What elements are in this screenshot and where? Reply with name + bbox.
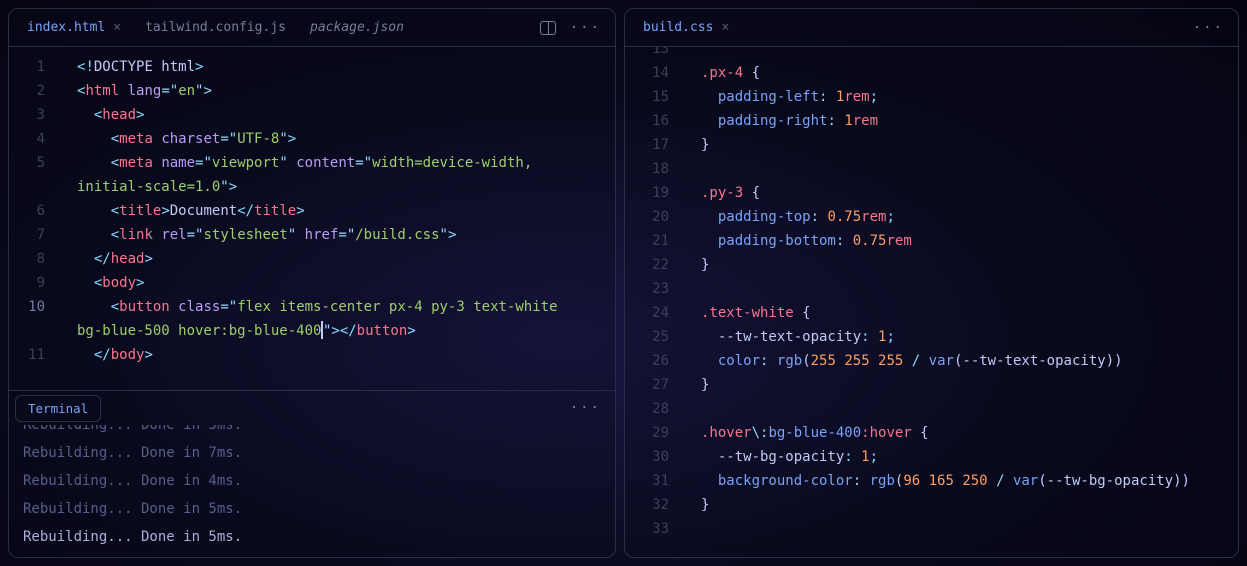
tab-label: package.json: [310, 20, 404, 35]
code-line: 19.py-3 {: [625, 181, 1238, 205]
tab-label: tailwind.config.js: [145, 20, 286, 35]
code-line: 24.text-white {: [625, 301, 1238, 325]
terminal-line: Rebuilding... Done in 5ms.: [23, 425, 601, 439]
file-tab[interactable]: index.html ×: [15, 14, 133, 41]
terminal-panel: Terminal ··· Rebuilding... Done in 5ms.R…: [9, 390, 615, 557]
code-line: 28: [625, 397, 1238, 421]
code-line: 15 padding-left: 1rem;: [625, 85, 1238, 109]
terminal-line: Rebuilding... Done in 5ms.: [23, 523, 601, 551]
line-number: 14: [625, 61, 683, 85]
line-number: 16: [625, 109, 683, 133]
code-line: 26 color: rgb(255 255 255 / var(--tw-tex…: [625, 349, 1238, 373]
line-number: 6: [9, 199, 59, 223]
line-number: 17: [625, 133, 683, 157]
file-tab[interactable]: tailwind.config.js: [133, 14, 298, 41]
line-number: 5: [9, 151, 59, 175]
file-tab[interactable]: build.css ×: [631, 14, 741, 41]
code-line: 8 </head>: [9, 247, 615, 271]
line-number: 13: [625, 47, 683, 61]
line-number: 21: [625, 229, 683, 253]
line-number: [9, 319, 59, 343]
code-line: 32}: [625, 493, 1238, 517]
code-line: 21 padding-bottom: 0.75rem: [625, 229, 1238, 253]
tab-bar-left: index.html × tailwind.config.js package.jso…: [9, 9, 615, 47]
line-number: 29: [625, 421, 683, 445]
terminal-line: Rebuilding... Done in 4ms.: [23, 467, 601, 495]
line-number: 2: [9, 79, 59, 103]
line-number: 19: [625, 181, 683, 205]
line-number: 7: [9, 223, 59, 247]
code-line: 23: [625, 277, 1238, 301]
line-number: 20: [625, 205, 683, 229]
editor-pane-left: index.html × tailwind.config.js package.jso…: [8, 8, 616, 558]
more-actions-icon[interactable]: ···: [1193, 20, 1224, 36]
code-line: 6 <title>Document</title>: [9, 199, 615, 223]
code-line: 31 background-color: rgb(96 165 250 / va…: [625, 469, 1238, 493]
code-line: 17}: [625, 133, 1238, 157]
terminal-line: Rebuilding... Done in 7ms.: [23, 439, 601, 467]
code-line: 2<html lang="en">: [9, 79, 615, 103]
tab-bar-right: build.css × ···: [625, 9, 1238, 47]
terminal-line: Rebuilding... Done in 5ms.: [23, 495, 601, 523]
code-line: 29.hover\:bg-blue-400:hover {: [625, 421, 1238, 445]
file-tab[interactable]: package.json: [298, 14, 416, 41]
code-line: 9 <body>: [9, 271, 615, 295]
close-icon[interactable]: ×: [721, 21, 729, 34]
line-number: 9: [9, 271, 59, 295]
code-line: initial-scale=1.0">: [9, 175, 615, 199]
editor-pane-right: build.css × ··· 1314.px-4 {15 padding-lef…: [624, 8, 1239, 558]
code-line: 25 --tw-text-opacity: 1;: [625, 325, 1238, 349]
line-number: 30: [625, 445, 683, 469]
code-line: 22}: [625, 253, 1238, 277]
terminal-tab[interactable]: Terminal: [15, 395, 101, 422]
line-number: [9, 175, 59, 199]
line-number: 28: [625, 397, 683, 421]
more-actions-icon[interactable]: ···: [570, 20, 601, 36]
line-number: 4: [9, 127, 59, 151]
line-number: 25: [625, 325, 683, 349]
code-editor-right[interactable]: 1314.px-4 {15 padding-left: 1rem;16 padd…: [625, 47, 1238, 557]
line-number: 32: [625, 493, 683, 517]
code-line: 3 <head>: [9, 103, 615, 127]
line-number: 23: [625, 277, 683, 301]
code-line: 7 <link rel="stylesheet" href="/build.cs…: [9, 223, 615, 247]
code-line: 30 --tw-bg-opacity: 1;: [625, 445, 1238, 469]
code-line: 10 <button class="flex items-center px-4…: [9, 295, 615, 319]
tab-label: index.html: [27, 20, 105, 35]
code-line: 33: [625, 517, 1238, 541]
code-line: 20 padding-top: 0.75rem;: [625, 205, 1238, 229]
split-editor-icon[interactable]: [540, 21, 556, 35]
code-line: 1<!DOCTYPE html>: [9, 55, 615, 79]
line-number: 18: [625, 157, 683, 181]
code-line: 4 <meta charset="UTF-8">: [9, 127, 615, 151]
code-line: 11 </body>: [9, 343, 615, 367]
code-line: 27}: [625, 373, 1238, 397]
line-number: 1: [9, 55, 59, 79]
line-number: 10: [9, 295, 59, 319]
line-number: 3: [9, 103, 59, 127]
line-number: 24: [625, 301, 683, 325]
line-number: 11: [9, 343, 59, 367]
line-number: 26: [625, 349, 683, 373]
code-line: 14.px-4 {: [625, 61, 1238, 85]
line-number: 15: [625, 85, 683, 109]
terminal-output[interactable]: Rebuilding... Done in 5ms.Rebuilding... …: [9, 425, 615, 557]
code-line: 18: [625, 157, 1238, 181]
line-number: 22: [625, 253, 683, 277]
line-number: 27: [625, 373, 683, 397]
terminal-more-icon[interactable]: ···: [570, 400, 601, 416]
close-icon[interactable]: ×: [113, 21, 121, 34]
code-line: bg-blue-500 hover:bg-blue-400"></button>: [9, 319, 615, 343]
line-number: 8: [9, 247, 59, 271]
code-line: 5 <meta name="viewport" content="width=d…: [9, 151, 615, 175]
line-number: 31: [625, 469, 683, 493]
line-number: 33: [625, 517, 683, 541]
tab-label: build.css: [643, 20, 713, 35]
code-line: 16 padding-right: 1rem: [625, 109, 1238, 133]
code-editor-left[interactable]: 1<!DOCTYPE html>2<html lang="en">3 <head…: [9, 47, 615, 390]
